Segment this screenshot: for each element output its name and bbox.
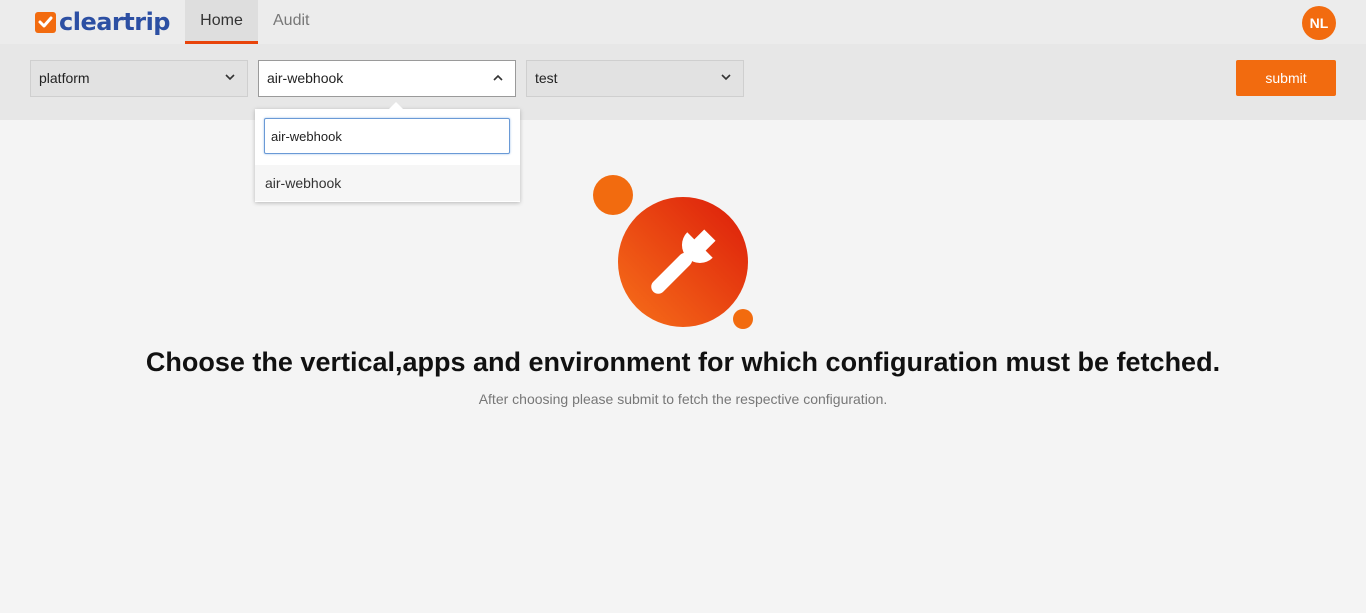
logo-text: cleartrip [59,8,170,36]
chevron-up-icon [493,61,505,96]
wrench-illustration [590,172,760,334]
vertical-select-value: platform [39,70,90,86]
dropdown-search-input[interactable] [264,118,510,154]
tab-home[interactable]: Home [185,0,258,44]
environment-select[interactable]: test [526,60,744,97]
wrench-icon [593,175,753,329]
filter-bar: platform air-webhook test submit [0,44,1366,120]
empty-state-headline: Choose the vertical,apps and environment… [145,347,1221,377]
app-dropdown-menu: air-webhook [255,102,520,202]
top-header: cleartrip Home Audit NL [0,0,1366,44]
chevron-down-icon [721,61,733,96]
logo-check-icon [35,11,56,33]
user-avatar[interactable]: NL [1302,6,1336,40]
vertical-select[interactable]: platform [30,60,248,97]
app-select[interactable]: air-webhook [258,60,516,97]
app-select-value: air-webhook [267,70,344,86]
environment-select-value: test [535,70,558,86]
dropdown-option[interactable]: air-webhook [255,165,520,201]
dropdown-caret [388,102,404,110]
chevron-down-icon [225,61,237,96]
cleartrip-logo[interactable]: cleartrip [35,8,170,36]
submit-button[interactable]: submit [1236,60,1336,96]
tab-audit[interactable]: Audit [258,0,324,44]
empty-state-subline: After choosing please submit to fetch th… [478,391,888,407]
